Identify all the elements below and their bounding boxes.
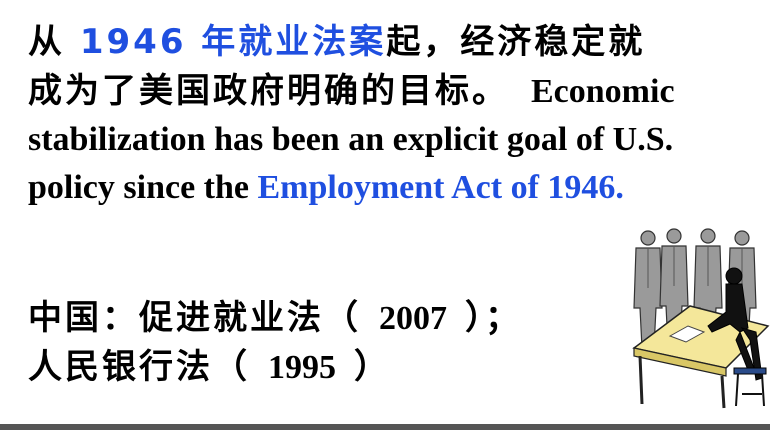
text-china-law2-end: ） xyxy=(354,347,391,387)
paragraph-china-laws: 中国：促进就业法（ 2007 ）； 人民银行法（ 1995 ） xyxy=(28,294,648,392)
text-china-law1-end: ）； xyxy=(465,298,522,338)
bottom-divider xyxy=(0,424,770,430)
text-cong: 从 xyxy=(28,22,80,62)
text-china-law1: 中国：促进就业法（ xyxy=(28,298,361,338)
text-employment-act-cn: 1946 年就业法案 xyxy=(79,22,387,62)
text-employment-act-en: Employment Act of 1946. xyxy=(257,169,624,206)
paragraph-employment-act: 从 1946 年就业法案起，经济稳定就成为了美国政府明确的目标。 Economic… xyxy=(28,18,678,212)
text-china-law2: 人民银行法（ xyxy=(28,347,250,387)
text-year-1995: 1995 xyxy=(268,349,336,386)
text-year-2007: 2007 xyxy=(379,300,447,337)
office-workers-clipart-icon xyxy=(632,228,770,409)
